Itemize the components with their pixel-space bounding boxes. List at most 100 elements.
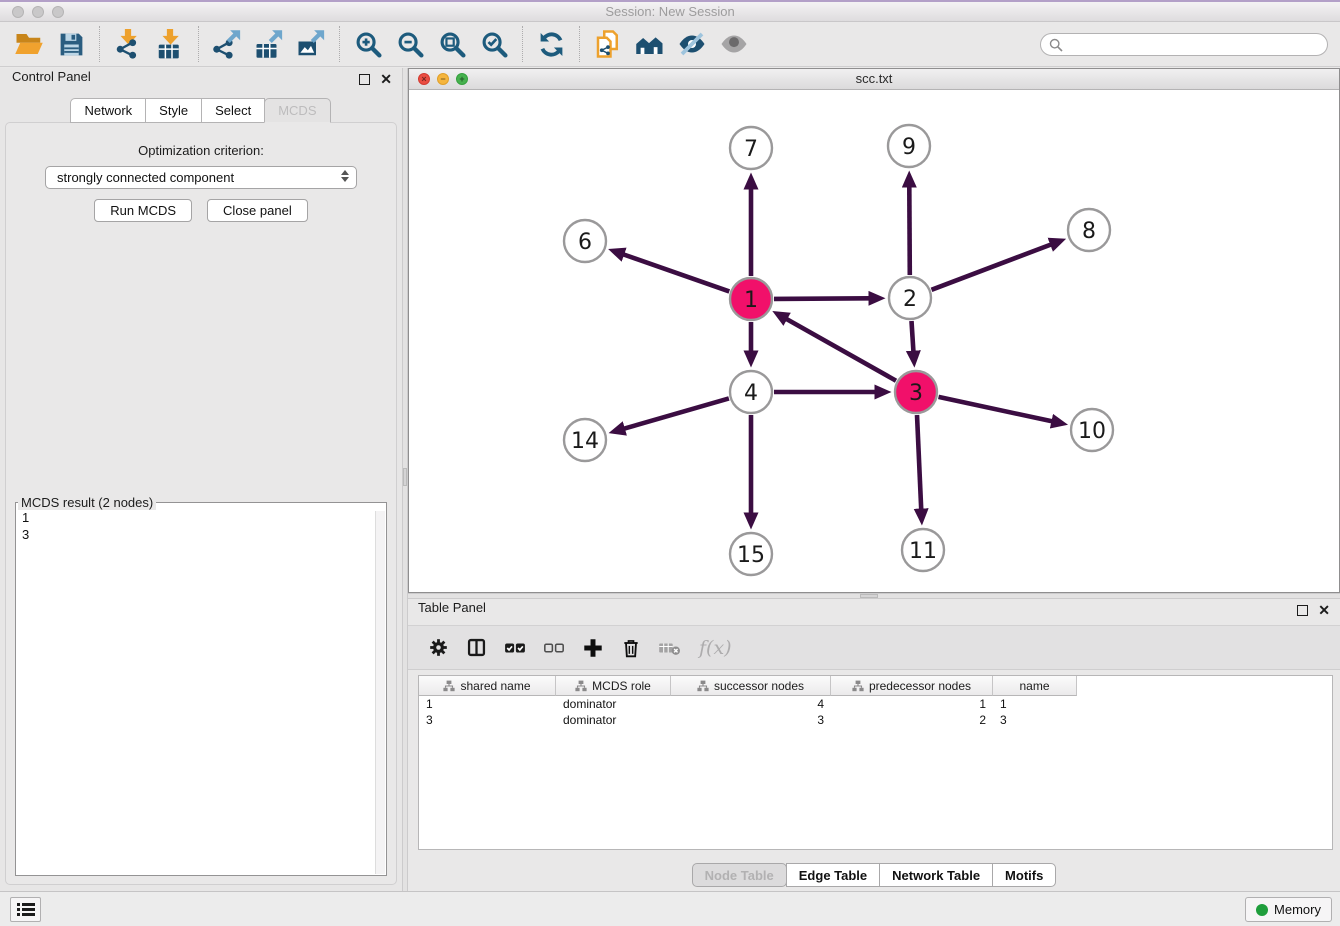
network-minimize-button[interactable]: − [437, 73, 449, 85]
status-bar: Memory [0, 891, 1340, 926]
edge-2-3[interactable] [912, 321, 914, 351]
edge-1-6[interactable] [624, 255, 730, 292]
tab-style[interactable]: Style [145, 98, 202, 123]
copy-view-icon[interactable] [587, 26, 629, 62]
cell-MCDS-role[interactable]: dominator [556, 713, 671, 727]
cell-successor-nodes[interactable]: 3 [671, 713, 831, 727]
float-panel-icon[interactable] [359, 74, 370, 85]
float-table-panel-icon[interactable] [1297, 605, 1308, 616]
cell-MCDS-role[interactable]: dominator [556, 697, 671, 711]
node-table: shared nameMCDS rolesuccessor nodesprede… [418, 675, 1333, 850]
maximize-window-button[interactable] [52, 6, 64, 18]
tab-network[interactable]: Network [70, 98, 146, 123]
select-checks-icon[interactable] [504, 639, 526, 657]
node-9[interactable]: 9 [888, 125, 930, 167]
zoom-out-icon[interactable] [389, 26, 431, 62]
column-header-predecessor-nodes[interactable]: predecessor nodes [831, 676, 993, 696]
network-canvas[interactable]: 7 9 6 8 1 2 4 3 14 10 15 11 [409, 90, 1339, 592]
edge-1-2[interactable] [774, 298, 869, 299]
tab-motifs[interactable]: Motifs [992, 863, 1056, 887]
node-3[interactable]: 3 [895, 371, 937, 413]
node-10[interactable]: 10 [1071, 409, 1113, 451]
column-header-name[interactable]: name [993, 676, 1077, 696]
mcds-result-item[interactable]: 3 [16, 527, 386, 544]
memory-button[interactable]: Memory [1245, 897, 1332, 922]
close-panel-button[interactable]: Close panel [207, 199, 308, 222]
search-input[interactable] [1040, 33, 1328, 56]
node-4[interactable]: 4 [730, 371, 772, 413]
split-columns-icon[interactable] [466, 637, 487, 658]
table-panel-header: Table Panel ✕ [408, 599, 1340, 624]
node-6[interactable]: 6 [564, 220, 606, 262]
zoom-fit-icon[interactable] [431, 26, 473, 62]
node-14[interactable]: 14 [564, 419, 606, 461]
svg-text:2: 2 [903, 287, 917, 312]
close-table-panel-icon[interactable]: ✕ [1318, 605, 1330, 616]
deselect-checks-icon[interactable] [543, 639, 565, 657]
criterion-dropdown[interactable]: strongly connected component [45, 166, 357, 189]
node-11[interactable]: 11 [902, 529, 944, 571]
edge-2-8[interactable] [932, 245, 1051, 290]
network-window-title: scc.txt [409, 69, 1339, 89]
edge-3-10[interactable] [939, 397, 1052, 421]
show-eye-icon[interactable] [713, 26, 755, 62]
node-2[interactable]: 2 [889, 277, 931, 319]
home-view-icon[interactable] [629, 26, 671, 62]
tab-mcds[interactable]: MCDS [264, 98, 330, 123]
tab-node-table[interactable]: Node Table [692, 863, 787, 887]
edge-3-11[interactable] [917, 415, 921, 509]
cell-shared-name[interactable]: 1 [419, 697, 556, 711]
tab-select[interactable]: Select [201, 98, 265, 123]
node-8[interactable]: 8 [1068, 209, 1110, 251]
toolbar-separator [579, 26, 580, 62]
mcds-result-box: MCDS result (2 nodes) 13 [15, 495, 387, 876]
open-session-icon[interactable] [8, 26, 50, 62]
column-header-shared-name[interactable]: shared name [419, 676, 556, 696]
cell-predecessor-nodes[interactable]: 1 [831, 697, 993, 711]
cell-predecessor-nodes[interactable]: 2 [831, 713, 993, 727]
svg-text:14: 14 [571, 429, 599, 454]
close-panel-icon[interactable]: ✕ [380, 74, 392, 85]
edge-4-14[interactable] [624, 398, 729, 428]
export-image-icon[interactable] [290, 26, 332, 62]
svg-text:8: 8 [1082, 219, 1096, 244]
hide-eye-icon[interactable] [671, 26, 713, 62]
toolbar-icons [8, 26, 755, 62]
column-header-successor-nodes[interactable]: successor nodes [671, 676, 831, 696]
zoom-selected-icon[interactable] [473, 26, 515, 62]
edge-3-1[interactable] [787, 319, 896, 381]
save-session-icon[interactable] [50, 26, 92, 62]
network-close-button[interactable]: × [418, 73, 430, 85]
close-window-button[interactable] [12, 6, 24, 18]
minimize-window-button[interactable] [32, 6, 44, 18]
add-column-icon[interactable] [582, 637, 604, 659]
result-scrollbar[interactable] [375, 511, 385, 874]
zoom-in-icon[interactable] [347, 26, 389, 62]
delete-column-icon[interactable] [621, 637, 641, 659]
import-network-icon[interactable] [107, 26, 149, 62]
cell-successor-nodes[interactable]: 4 [671, 697, 831, 711]
table-row-1[interactable]: 3dominator323 [419, 712, 1332, 728]
export-table-icon[interactable] [248, 26, 290, 62]
node-7[interactable]: 7 [730, 127, 772, 169]
network-maximize-button[interactable]: + [456, 73, 468, 85]
edge-2-9[interactable] [909, 187, 910, 275]
export-network-icon[interactable] [206, 26, 248, 62]
window-title: Session: New Session [0, 2, 1340, 22]
run-mcds-button[interactable]: Run MCDS [94, 199, 192, 222]
task-history-button[interactable] [10, 897, 41, 922]
column-header-MCDS-role[interactable]: MCDS role [556, 676, 671, 696]
cell-name[interactable]: 1 [993, 697, 1077, 711]
tab-edge-table[interactable]: Edge Table [786, 863, 880, 887]
refresh-view-icon[interactable] [530, 26, 572, 62]
tab-network-table[interactable]: Network Table [879, 863, 993, 887]
cell-name[interactable]: 3 [993, 713, 1077, 727]
node-1[interactable]: 1 [730, 278, 772, 320]
table-row-0[interactable]: 1dominator411 [419, 696, 1332, 712]
node-15[interactable]: 15 [730, 533, 772, 575]
settings-gear-icon[interactable] [428, 637, 449, 658]
svg-text:7: 7 [744, 137, 758, 162]
cell-shared-name[interactable]: 3 [419, 713, 556, 727]
import-table-icon[interactable] [149, 26, 191, 62]
mcds-result-item[interactable]: 1 [16, 510, 386, 527]
